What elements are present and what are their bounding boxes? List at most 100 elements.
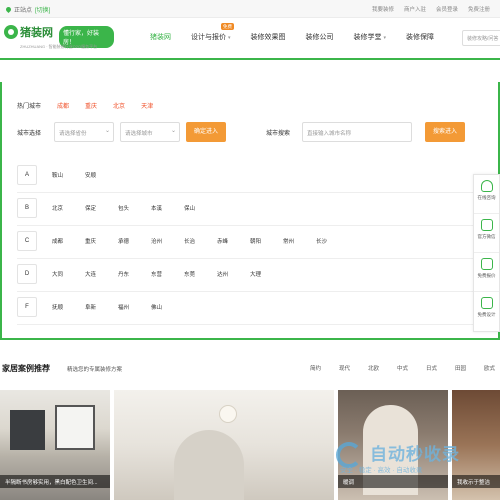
letter-tag: B [17,198,37,218]
case-section-title: 家居案例推荐 [2,364,50,373]
nav-item-home[interactable]: 猪装网 [140,18,181,58]
top-link-register[interactable]: 免费注册 [468,5,490,13]
nav-item-school[interactable]: 装修学堂 ▾ [344,18,397,58]
city-placeholder: 请选择城市 [125,131,153,137]
nav-label: 设计与报价 [191,34,226,41]
city-select-label: 城市选择 [17,131,42,137]
letter-tag: F [17,297,37,317]
style-tab[interactable]: 中式 [397,364,426,372]
hot-city-link[interactable]: 成都 [57,101,69,110]
headset-icon [480,180,493,192]
case-section-subtitle: 精选您的专属装修方案 [67,367,123,373]
city-link[interactable]: 保定 [85,204,118,212]
top-link-decorate[interactable]: 我要装修 [372,5,394,13]
hot-city-link[interactable]: 北京 [113,101,125,110]
city-links: 鞍山 安顺 [52,171,118,179]
style-tabs: 简约 现代 北欧 中式 日式 田园 欧式 [310,364,500,372]
city-link[interactable]: 朝阳 [250,237,283,245]
nav-label: 装修公司 [305,34,334,41]
chevron-down-icon: ⌄ [104,128,110,134]
letter-tag: C [17,231,37,251]
nav-label: 装修效果图 [250,34,286,41]
city-link[interactable]: 佛山 [151,303,184,311]
style-tab[interactable]: 现代 [339,364,368,372]
header-search-input[interactable]: 装修攻略/问答 [462,30,500,46]
city-search-input[interactable]: 直接输入城市名称 [302,122,412,142]
watermark-subtitle: 安全 · 稳定 · 高效 · 自动收录 [340,467,423,474]
top-link-merchant[interactable]: 商户入驻 [404,5,426,13]
city-link[interactable]: 重庆 [85,237,118,245]
city-link[interactable]: 大同 [52,270,85,278]
city-link[interactable]: 赤峰 [217,237,250,245]
search-enter-button[interactable]: 搜索进入 [425,122,465,142]
letter-row: D 大同 大连 丹东 东营 东莞 达州 大理 [17,259,489,292]
city-link[interactable]: 长治 [184,237,217,245]
confirm-enter-button[interactable]: 确定进入 [186,122,226,142]
nav-item-guarantee[interactable]: 装修保障 [396,18,444,58]
nav-item-gallery[interactable]: 装修效果图 [241,18,296,58]
case-caption: 半隔断书房够实用，黑白配色卫生间... [0,475,110,488]
nav-label: 装修保障 [406,34,435,41]
style-tab[interactable]: 欧式 [484,364,500,372]
city-link[interactable]: 常州 [283,237,316,245]
city-link[interactable]: 大连 [85,270,118,278]
letter-row: B 北京 保定 包头 本溪 保山 [17,193,489,226]
city-link[interactable]: 大理 [250,270,283,278]
city-link[interactable]: 达州 [217,270,250,278]
city-search-label: 城市搜索 [266,131,291,137]
city-link[interactable]: 鞍山 [52,171,85,179]
chevron-down-icon: ▾ [228,35,231,41]
case-photo[interactable] [114,390,334,500]
city-link[interactable]: 福州 [118,303,151,311]
style-tab[interactable]: 简约 [310,364,339,372]
city-link[interactable]: 安顺 [85,171,118,179]
style-tab[interactable]: 田园 [455,364,484,372]
city-link[interactable]: 长沙 [316,237,349,245]
chevron-down-icon: ⌄ [170,128,176,134]
hot-city-link[interactable]: 天津 [141,101,153,110]
hot-city-link[interactable]: 重庆 [85,101,97,110]
city-links: 北京 保定 包头 本溪 保山 [52,204,217,212]
float-item-wechat[interactable]: 官方微信 [474,214,499,253]
city-link[interactable]: 丹东 [118,270,151,278]
city-links: 大同 大连 丹东 东营 东莞 达州 大理 [52,270,283,278]
nav-item-design-quote[interactable]: 设计与报价 ▾ 免费 [181,18,241,58]
float-label: 免费设计 [477,312,496,317]
city-link[interactable]: 保山 [184,204,217,212]
location-label: 正站点 [14,8,33,14]
hot-cities: 热门城市 成都 重庆 北京 天津 [17,101,153,110]
case-photo[interactable]: 半隔断书房够实用，黑白配色卫生间... [0,390,110,500]
letter-row: A 鞍山 安顺 [17,160,489,193]
main-nav: 猪装网 设计与报价 ▾ 免费 装修效果图 装修公司 装修学堂 ▾ 装修保障 [140,18,444,58]
float-label: 免费报价 [477,273,496,278]
style-tab[interactable]: 日式 [426,364,455,372]
city-links: 成都 重庆 承德 沧州 长治 赤峰 朝阳 常州 长沙 [52,237,349,245]
city-link[interactable]: 东营 [151,270,184,278]
float-item-design[interactable]: 免费设计 [474,292,499,331]
nav-label: 猪装网 [150,34,171,41]
city-link[interactable]: 成都 [52,237,85,245]
calculator-icon [480,258,493,270]
logo-mark-icon [4,25,18,39]
city-link[interactable]: 包头 [118,204,151,212]
city-link[interactable]: 抚顺 [52,303,85,311]
city-link[interactable]: 东莞 [184,270,217,278]
style-tab[interactable]: 北欧 [368,364,397,372]
float-item-quote[interactable]: 免费报价 [474,253,499,292]
location-switcher[interactable]: 正站点 [切换] [4,5,50,14]
city-select[interactable]: 请选择城市 ⌄ [120,122,180,142]
site-logo[interactable]: 猪装网 懂行家，好装房！ ZHUZHUANG · 智能装修行业O2O服务平台 [4,22,114,56]
city-link[interactable]: 承德 [118,237,151,245]
logo-name: 猪装网 [20,26,53,39]
float-item-consult[interactable]: 在线咨询 [474,175,499,214]
city-link[interactable]: 阜新 [85,303,118,311]
top-link-login[interactable]: 会员登录 [436,5,458,13]
city-link[interactable]: 本溪 [151,204,184,212]
nav-item-companies[interactable]: 装修公司 [296,18,344,58]
city-link[interactable]: 北京 [52,204,85,212]
city-links: 抚顺 阜新 福州 佛山 [52,303,184,311]
float-label: 官方微信 [477,234,496,239]
city-link[interactable]: 沧州 [151,237,184,245]
switch-city-link[interactable]: [切换] [35,5,50,14]
province-select[interactable]: 请选择省份 ⌄ [54,122,114,142]
